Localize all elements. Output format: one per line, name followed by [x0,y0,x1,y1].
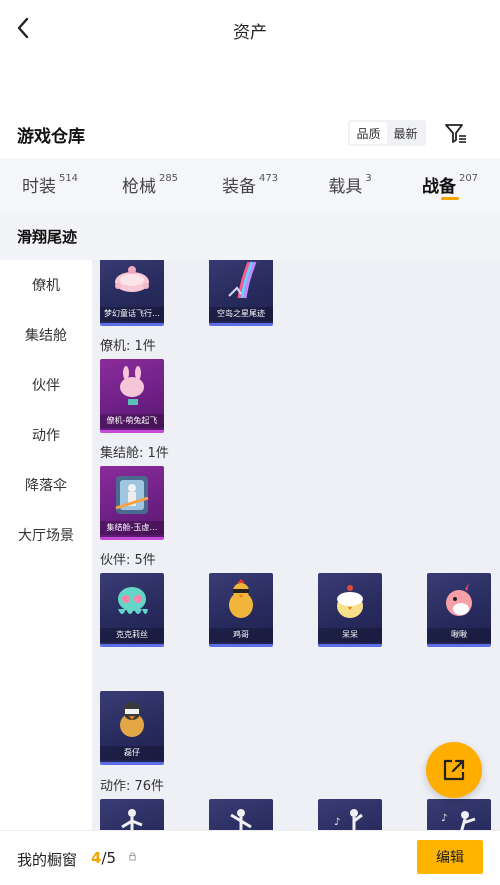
rainbow-trail-art-icon [228,261,257,299]
item-card[interactable]: 呆呆 [318,573,382,647]
item-card[interactable] [100,799,164,830]
category-tabs: 时装 514 枪械 285 装备 473 载具 3 战备 207 [0,158,500,210]
octopus-partner-art-icon [118,587,148,614]
tab-count: 285 [158,172,179,184]
dance-pose-icon [121,809,143,830]
showcase-bar: 我的橱窗 4/5 编辑 [0,830,500,885]
svg-text:♪: ♪ [334,817,340,828]
music-pose-icon: ♪ [441,811,476,830]
sort-toggle: 品质 最新 [348,120,426,146]
tab-count: 514 [58,172,79,184]
duck-partner-art-icon [120,702,144,737]
edit-button[interactable]: 编辑 [417,840,483,874]
top-bar: 资产 [0,0,500,60]
sidebar: 僚机 集结舱 伙伴 动作 降落伞 大厅场景 [0,260,92,560]
showcase-count: 4/5 [91,849,116,867]
item-card[interactable]: 僚机-萌兔起飞 [100,359,164,433]
active-tab-indicator [441,197,459,200]
tab-equipment[interactable]: 装备 473 [200,158,300,210]
page-title: 资产 [233,23,267,43]
group-label-capsule: 集结舱: 1件 [100,446,169,461]
tab-vehicles[interactable]: 载具 3 [300,158,400,210]
sidebar-item-capsule[interactable]: 集结舱 [0,310,92,360]
item-name: 磊仔 [100,746,164,760]
item-name: 呆呆 [318,628,382,642]
tab-label: 时装 [21,176,56,197]
music-pose-icon: ♪ [334,809,363,830]
pink-bird-partner-art-icon [446,583,472,616]
group-label-wingman: 僚机: 1件 [100,339,156,354]
tab-label: 战备 [421,176,456,197]
item-card[interactable]: 梦幻童话飞行… [100,260,164,326]
showcase-current: 4 [91,849,102,867]
tab-count: 473 [258,172,279,184]
tab-fashion[interactable]: 时装 514 [0,158,100,210]
chick-partner-art-icon [337,585,363,618]
sidebar-filler [0,560,92,830]
filter-button[interactable] [443,120,469,146]
item-name: 梦幻童话飞行… [100,307,164,321]
svg-text:♪: ♪ [441,813,447,824]
item-card[interactable]: ♪ [318,799,382,830]
tab-label: 枪械 [121,176,156,197]
external-link-icon [443,759,465,781]
bunny-wingman-art-icon [120,366,144,405]
item-card[interactable]: 克克莉丝 [100,573,164,647]
sidebar-item-action[interactable]: 动作 [0,410,92,460]
showcase-total: /5 [101,849,117,867]
item-grid: 梦幻童话飞行… 空岛之星尾迹 僚机: 1件 僚机-萌兔起飞 集结舱: 1件 集结… [92,260,500,830]
warehouse-header: 游戏仓库 品质 最新 [0,118,500,150]
sort-quality-button[interactable]: 品质 [350,122,387,144]
sidebar-item-lobby-scene[interactable]: 大厅场景 [0,510,92,560]
active-subcategory-header[interactable]: 滑翔尾迹 [0,210,500,260]
item-name: 空岛之星尾迹 [209,307,273,321]
sidebar-item-parachute[interactable]: 降落伞 [0,460,92,510]
item-name: 集结舱-玉虚… [100,521,164,535]
sort-newest-button[interactable]: 最新 [387,122,424,144]
item-card[interactable]: 鸡哥 [209,573,273,647]
item-name: 啾啾 [427,628,491,642]
item-name: 僚机-萌兔起飞 [100,414,164,428]
item-card[interactable]: 啾啾 [427,573,491,647]
dance-pose-icon [230,809,252,830]
tab-count: 3 [365,172,372,184]
filter-icon [445,124,466,143]
item-card[interactable]: ♪ [427,799,491,830]
item-card[interactable]: 磊仔 [100,691,164,765]
item-card[interactable] [209,799,273,830]
tab-label: 载具 [328,176,363,197]
active-subcategory-label: 滑翔尾迹 [17,228,78,246]
item-name: 克克莉丝 [100,628,164,642]
lock-icon [128,852,137,864]
tab-battle-prep[interactable]: 战备 207 [400,158,500,210]
tab-label: 装备 [221,176,256,197]
chicken-partner-art-icon [229,579,253,618]
tab-count: 207 [458,172,479,184]
group-label-action: 动作: 76件 [100,779,165,794]
item-card[interactable]: 集结舱-玉虚… [100,466,164,540]
sidebar-item-wingman[interactable]: 僚机 [0,260,92,310]
capsule-art-icon [115,476,149,514]
tab-guns[interactable]: 枪械 285 [100,158,200,210]
group-label-partner: 伙伴: 5件 [100,553,156,568]
warehouse-title: 游戏仓库 [17,127,85,147]
share-button[interactable] [426,742,482,798]
item-name: 鸡哥 [209,628,273,642]
sidebar-item-partner[interactable]: 伙伴 [0,360,92,410]
item-card[interactable]: 空岛之星尾迹 [209,260,273,326]
assets-page: 资产 游戏仓库 品质 最新 时装514 枪械285 装备473 载具3 [0,0,500,885]
dream-vehicle-art-icon [115,266,149,292]
showcase-label: 我的橱窗 [17,851,78,869]
